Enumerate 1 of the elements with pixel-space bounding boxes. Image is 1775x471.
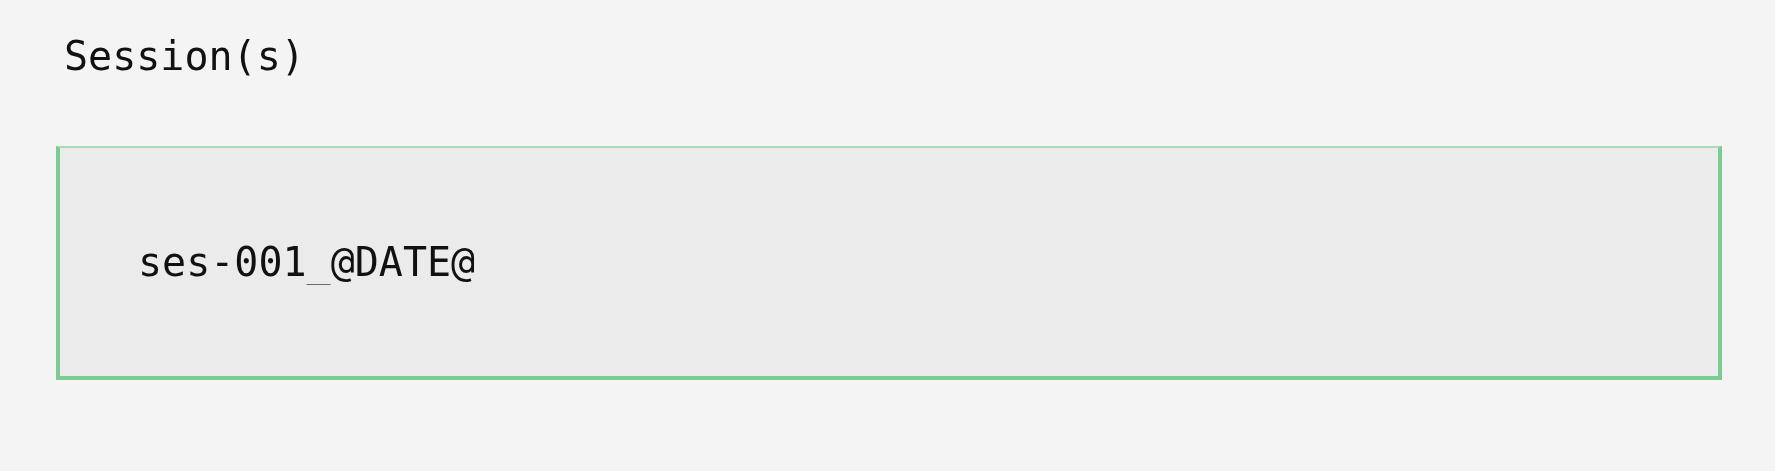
field-label: Session(s) <box>64 33 305 79</box>
